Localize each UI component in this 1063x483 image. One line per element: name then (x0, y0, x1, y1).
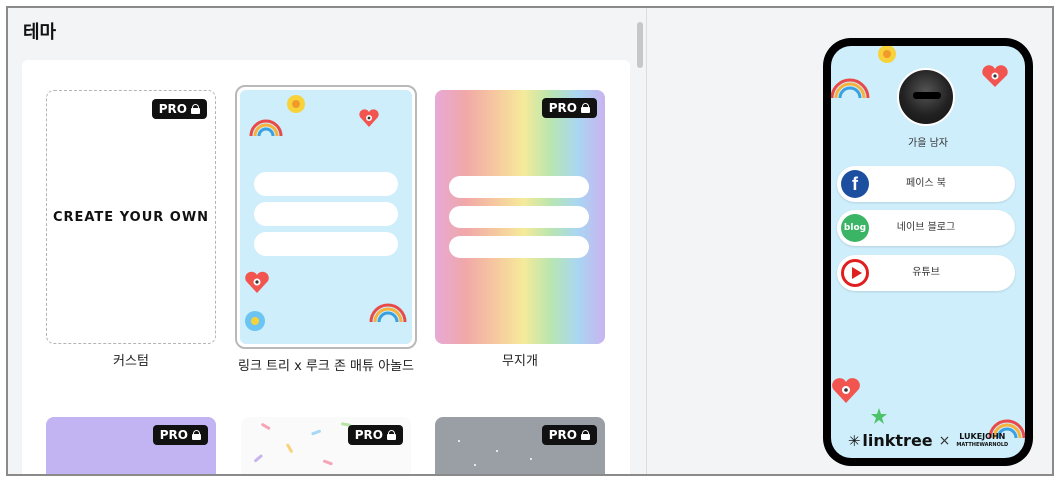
scrollbar[interactable] (637, 22, 643, 68)
rainbow-icon (831, 78, 870, 99)
preview-link-pill (254, 202, 398, 226)
avatar (897, 68, 955, 126)
lock-icon (191, 104, 200, 114)
heart-icon (982, 65, 1008, 87)
flower-icon (287, 95, 305, 113)
section-title: 테마 (23, 22, 57, 43)
linktree-wordmark: linktree (862, 431, 933, 450)
theme-thumbnail[interactable]: PRO (46, 417, 216, 474)
heart-icon (359, 109, 379, 127)
pro-label: PRO (548, 428, 577, 442)
create-your-own-label: CREATE YOUR OWN (52, 209, 210, 225)
pro-badge: PRO (347, 425, 403, 445)
preview-link-pill (254, 232, 398, 256)
theme-thumbnail[interactable]: PRO (435, 90, 605, 344)
link-label: 페이스 북 (906, 178, 946, 189)
flower-icon (245, 311, 265, 331)
theme-panel: 테마 PRO CREATE YOUR OWN 커스텀 링크 트리 x 루크 존 … (8, 8, 646, 474)
pro-label: PRO (548, 101, 577, 115)
preview-link-pill (449, 206, 589, 228)
linktree-preview (240, 90, 412, 344)
linktree-logo: ✳ linktree (848, 431, 933, 450)
theme-thumbnail[interactable]: PRO (435, 417, 605, 474)
theme-card-rainbow[interactable]: PRO 무지개 (435, 90, 605, 372)
star-icon (871, 408, 887, 424)
link-label: 유튜브 (912, 267, 940, 278)
link-button-youtube[interactable]: 유튜브 (837, 255, 1015, 291)
theme-caption: 커스텀 (113, 354, 149, 369)
rainbow-icon (249, 119, 283, 137)
link-button-blog[interactable]: blog 네이브 블로그 (837, 210, 1015, 246)
preview-link-pill (449, 176, 589, 198)
linktree-asterisk-icon: ✳ (847, 431, 861, 450)
lock-icon (192, 430, 201, 440)
theme-caption: 링크 트리 x 루크 존 매튜 아놀드 (237, 359, 414, 374)
theme-card-purple[interactable]: PRO (46, 417, 216, 474)
preview-pane: 가을 남자 f 페이스 북 blog 네이브 블로그 유튜브 ✳ linktre… (646, 8, 1052, 474)
lock-icon (581, 430, 590, 440)
pro-badge: PRO (151, 99, 207, 119)
profile-name: 가을 남자 (908, 138, 948, 149)
theme-card-custom[interactable]: PRO CREATE YOUR OWN 커스텀 (46, 90, 216, 372)
theme-thumbnail[interactable]: PRO CREATE YOUR OWN (46, 90, 216, 344)
partner-line-2: MATTHEWARNOLD (956, 441, 1009, 448)
pro-label: PRO (159, 428, 188, 442)
partner-logo: LUKEJOHN MATTHEWARNOLD (956, 431, 1009, 449)
heart-icon (245, 271, 269, 293)
phone-screen: 가을 남자 f 페이스 북 blog 네이브 블로그 유튜브 ✳ linktre… (831, 46, 1025, 458)
theme-thumbnail[interactable]: PRO (241, 417, 411, 474)
pro-badge: PRO (152, 425, 208, 445)
pro-label: PRO (158, 102, 187, 116)
preview-link-pill (254, 172, 398, 196)
phone-footer: ✳ linktree × LUKEJOHN MATTHEWARNOLD (831, 431, 1025, 450)
lock-icon (387, 430, 396, 440)
theme-thumbnail-selected[interactable] (235, 85, 417, 349)
rainbow-icon (369, 303, 407, 323)
theme-card-linktree-luke[interactable]: 링크 트리 x 루크 존 매튜 아놀드 (235, 85, 417, 377)
partner-line-1: LUKEJOHN (959, 431, 1006, 441)
phone-preview: 가을 남자 f 페이스 북 blog 네이브 블로그 유튜브 ✳ linktre… (823, 38, 1033, 466)
theme-card-grey[interactable]: PRO (435, 417, 605, 474)
theme-card-confetti[interactable]: PRO (241, 417, 411, 474)
flower-icon (878, 46, 896, 63)
app-frame: 테마 PRO CREATE YOUR OWN 커스텀 링크 트리 x 루크 존 … (6, 6, 1054, 476)
link-button-facebook[interactable]: f 페이스 북 (837, 166, 1015, 202)
heart-icon (832, 378, 860, 403)
pro-badge: PRO (541, 98, 597, 118)
preview-link-pill (449, 236, 589, 258)
lock-icon (581, 103, 590, 113)
theme-caption: 무지개 (502, 354, 538, 369)
link-label: 네이브 블로그 (896, 222, 956, 233)
theme-grid: PRO CREATE YOUR OWN 커스텀 링크 트리 x 루크 존 매튜 … (22, 60, 630, 474)
pro-label: PRO (354, 428, 383, 442)
brand-separator: × (938, 432, 951, 449)
pro-badge: PRO (541, 425, 597, 445)
